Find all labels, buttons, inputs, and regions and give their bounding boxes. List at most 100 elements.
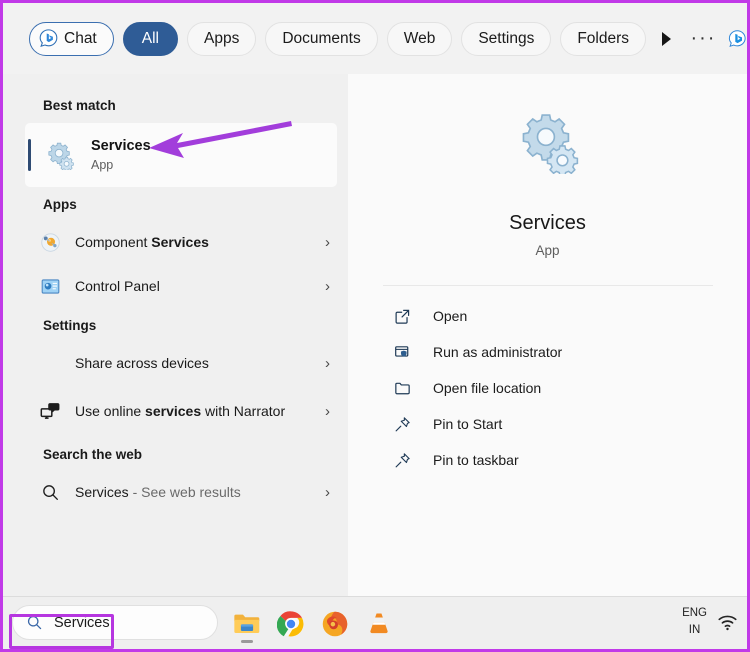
overflow-menu-button[interactable]: ··· bbox=[690, 23, 716, 55]
bing-chat-icon bbox=[39, 29, 58, 47]
wifi-icon[interactable] bbox=[717, 612, 738, 633]
action-run-as-administrator-label: Run as administrator bbox=[433, 344, 563, 360]
chevron-right-icon[interactable]: › bbox=[325, 484, 330, 501]
search-icon bbox=[39, 481, 61, 503]
chevron-right-icon[interactable]: › bbox=[325, 278, 330, 295]
pin-icon bbox=[392, 414, 412, 434]
preview-app-subtitle: App bbox=[535, 243, 560, 258]
chip-settings-label: Settings bbox=[478, 29, 535, 47]
chevron-right-icon[interactable]: › bbox=[325, 403, 330, 420]
chrome-icon bbox=[277, 610, 304, 637]
chip-folders[interactable]: Folders bbox=[560, 21, 647, 56]
chip-folders-label: Folders bbox=[577, 29, 630, 47]
result-share-across-devices[interactable]: Share across devices › bbox=[3, 341, 348, 385]
action-run-as-administrator[interactable]: Run as administrator bbox=[348, 334, 747, 370]
control-panel-icon bbox=[39, 275, 61, 297]
action-pin-to-start[interactable]: Pin to Start bbox=[348, 406, 747, 442]
chip-all-label: All bbox=[141, 29, 159, 47]
section-heading-settings: Settings bbox=[43, 318, 97, 333]
taskbar-app-chrome[interactable] bbox=[269, 602, 313, 646]
gears-icon bbox=[522, 114, 578, 174]
filter-chip-bar: Chat All Apps Documents Web Settings Fol… bbox=[3, 3, 747, 74]
gears-icon bbox=[48, 142, 74, 170]
result-web-search-services[interactable]: Services - See web results › bbox=[3, 470, 348, 514]
section-heading-search-the-web: Search the web bbox=[43, 447, 143, 462]
result-component-services-label: Component Services bbox=[75, 233, 325, 252]
file-explorer-icon bbox=[234, 614, 260, 633]
chip-apps-label: Apps bbox=[203, 29, 240, 47]
action-open-file-location[interactable]: Open file location bbox=[348, 370, 747, 406]
chip-settings[interactable]: Settings bbox=[461, 21, 552, 56]
action-pin-to-taskbar[interactable]: Pin to taskbar bbox=[348, 442, 747, 478]
chip-chat[interactable]: Chat bbox=[29, 21, 114, 56]
chip-all[interactable]: All bbox=[122, 21, 178, 56]
component-services-icon bbox=[39, 231, 61, 253]
chip-apps[interactable]: Apps bbox=[186, 21, 257, 56]
label-suffix: - See web results bbox=[128, 483, 241, 500]
app-preview-panel: Services App Open Run as administrator O… bbox=[348, 74, 747, 596]
result-online-services-narrator-label: Use online services with Narrator bbox=[75, 402, 325, 421]
label-highlight: services bbox=[145, 402, 202, 419]
open-external-icon bbox=[392, 306, 412, 326]
taskbar-search-input[interactable]: Services bbox=[12, 605, 218, 640]
running-indicator bbox=[241, 639, 253, 643]
language-line-2: IN bbox=[688, 623, 701, 636]
preview-app-title: Services bbox=[509, 212, 586, 234]
result-share-across-devices-label: Share across devices bbox=[75, 354, 325, 373]
result-control-panel[interactable]: Control Panel › bbox=[3, 264, 348, 308]
best-match-subtitle: App bbox=[91, 157, 114, 172]
taskbar: Services ENG IN bbox=[3, 596, 747, 649]
folder-icon bbox=[392, 378, 412, 398]
chevron-right-icon[interactable]: › bbox=[325, 234, 330, 251]
chip-documents-label: Documents bbox=[282, 29, 361, 47]
action-open[interactable]: Open bbox=[348, 298, 747, 334]
label-highlight: Services bbox=[151, 233, 209, 250]
result-online-services-narrator[interactable]: Use online services with Narrator › bbox=[3, 385, 348, 437]
label-prefix: Use online bbox=[75, 402, 146, 419]
taskbar-app-file-explorer[interactable] bbox=[225, 602, 269, 646]
pin-icon bbox=[392, 450, 412, 470]
section-heading-best-match: Best match bbox=[43, 98, 116, 113]
label-prefix: Component bbox=[75, 233, 152, 250]
overflow-menu-label: ··· bbox=[690, 27, 717, 49]
search-results-panel: Best match Services App Apps Component S… bbox=[3, 74, 348, 596]
label-prefix: Services bbox=[75, 483, 129, 500]
bing-copilot-icon[interactable] bbox=[728, 21, 747, 57]
section-heading-apps: Apps bbox=[43, 197, 77, 212]
shield-admin-icon bbox=[392, 342, 412, 362]
action-open-file-location-label: Open file location bbox=[433, 380, 542, 396]
chip-documents[interactable]: Documents bbox=[265, 21, 378, 56]
taskbar-app-vlc[interactable] bbox=[357, 602, 401, 646]
narrator-icon bbox=[39, 400, 61, 422]
result-control-panel-label: Control Panel bbox=[75, 277, 325, 296]
action-open-label: Open bbox=[433, 308, 468, 324]
firefox-icon bbox=[322, 611, 348, 636]
taskbar-app-firefox[interactable] bbox=[313, 602, 357, 646]
chevron-right-icon[interactable]: › bbox=[325, 355, 330, 372]
text-cursor bbox=[110, 614, 113, 631]
search-window: Chat All Apps Documents Web Settings Fol… bbox=[0, 0, 750, 652]
chip-web[interactable]: Web bbox=[386, 21, 453, 56]
best-match-title: Services bbox=[91, 137, 151, 154]
taskbar-app-icons bbox=[225, 597, 401, 650]
taskbar-language-indicator[interactable]: ENG IN bbox=[682, 605, 707, 638]
blank-icon bbox=[39, 352, 61, 374]
best-match-result-services[interactable]: Services App bbox=[25, 123, 337, 187]
search-icon bbox=[27, 615, 42, 630]
action-pin-to-taskbar-label: Pin to taskbar bbox=[433, 452, 519, 468]
preview-divider bbox=[382, 285, 713, 286]
action-pin-to-start-label: Pin to Start bbox=[433, 416, 503, 432]
language-line-1: ENG bbox=[682, 607, 707, 619]
result-component-services[interactable]: Component Services › bbox=[3, 220, 348, 264]
preview-actions-list: Open Run as administrator Open file loca… bbox=[348, 298, 747, 478]
vlc-icon bbox=[370, 613, 388, 633]
label-prefix: Control Panel bbox=[75, 277, 160, 294]
chip-scroll-right-button[interactable] bbox=[659, 24, 674, 54]
label-prefix: Share across devices bbox=[75, 354, 209, 371]
chip-web-label: Web bbox=[403, 29, 436, 47]
result-web-search-label: Services - See web results bbox=[75, 483, 325, 502]
chip-chat-label: Chat bbox=[64, 29, 97, 47]
selection-indicator bbox=[28, 139, 31, 171]
taskbar-search-value: Services bbox=[54, 614, 110, 631]
play-triangle-icon bbox=[662, 31, 672, 46]
